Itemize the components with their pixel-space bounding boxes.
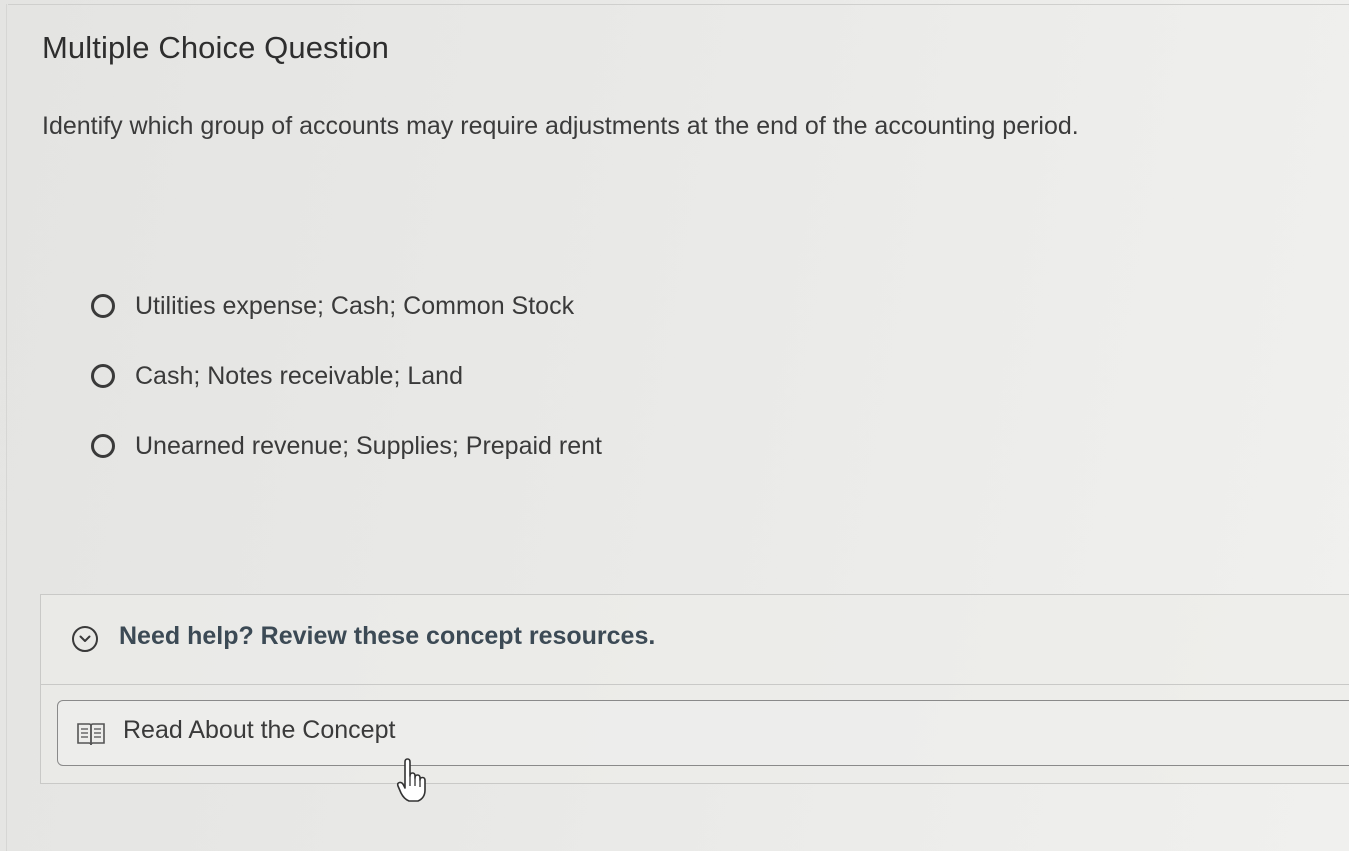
radio-button[interactable]: [91, 434, 115, 458]
answer-option-label: Utilities expense; Cash; Common Stock: [135, 291, 575, 320]
read-about-concept-button[interactable]: Read About the Concept: [57, 700, 1349, 766]
answer-option-1[interactable]: Utilities expense; Cash; Common Stock: [88, 286, 602, 326]
hand-pointer-icon: [396, 758, 428, 809]
concept-resources-panel: Need help? Review these concept resource…: [40, 594, 1349, 784]
answer-option-3[interactable]: Unearned revenue; Supplies; Prepaid rent: [88, 426, 602, 466]
read-about-concept-label: Read About the Concept: [123, 716, 396, 744]
question-prompt: Identify which group of accounts may req…: [42, 112, 1079, 140]
radio-button[interactable]: [91, 364, 115, 388]
question-type-heading: Multiple Choice Question: [42, 30, 390, 65]
answer-options: Utilities expense; Cash; Common Stock Ca…: [88, 286, 602, 496]
concept-resources-title: Need help? Review these concept resource…: [119, 622, 656, 650]
top-divider: [8, 4, 1349, 5]
chevron-down-circle-icon: [72, 626, 98, 652]
left-divider: [6, 4, 7, 851]
radio-button[interactable]: [91, 294, 115, 318]
answer-option-label: Cash; Notes receivable; Land: [135, 361, 463, 390]
concept-resources-toggle[interactable]: Need help? Review these concept resource…: [41, 595, 1349, 685]
answer-option-2[interactable]: Cash; Notes receivable; Land: [88, 356, 602, 396]
book-icon: [76, 721, 106, 752]
answer-option-label: Unearned revenue; Supplies; Prepaid rent: [135, 431, 602, 460]
